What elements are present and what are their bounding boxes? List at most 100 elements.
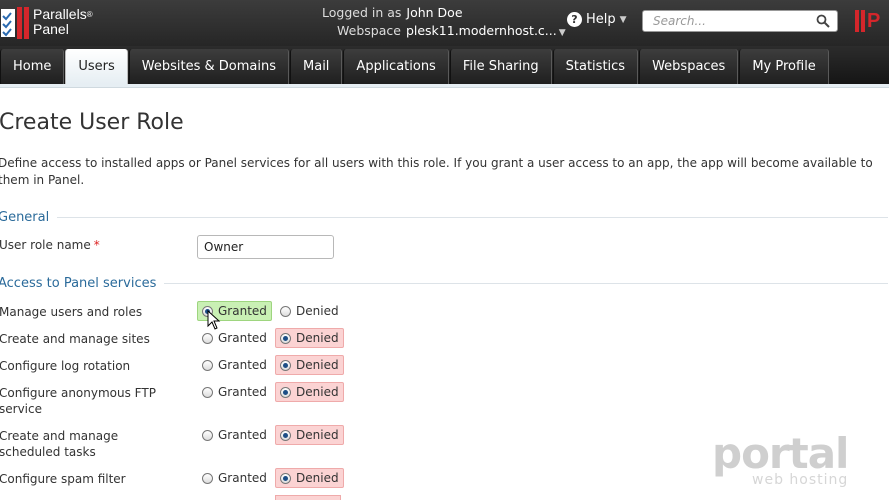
granted-option[interactable]: Granted: [197, 382, 272, 402]
radio-icon: [202, 332, 213, 344]
denied-option[interactable]: Denied: [275, 468, 344, 488]
section-divider: [164, 283, 888, 284]
denied-option[interactable]: Denied: [275, 425, 344, 445]
permission-label: Configure anonymous FTP service: [0, 386, 156, 416]
radio-icon: [280, 359, 291, 371]
user-name: John Doe: [406, 5, 463, 20]
permission-label: Configure log rotation: [0, 359, 131, 373]
permission-label: Create and manage scheduled tasks: [0, 429, 119, 459]
brand-bar: [855, 10, 859, 32]
logo-line1: Parallels: [33, 6, 87, 22]
granted-label: Granted: [218, 304, 267, 318]
tab-webspaces[interactable]: Webspaces: [639, 49, 739, 84]
tab-applications[interactable]: Applications: [343, 49, 449, 84]
search-box: [642, 10, 838, 32]
radio-icon: [280, 305, 291, 317]
logo-line2: Panel: [33, 21, 69, 37]
tab-home[interactable]: Home: [0, 49, 65, 84]
brand-letter: P: [867, 9, 881, 32]
help-label: Help: [586, 12, 616, 27]
tab-label: Home: [13, 59, 52, 74]
tab-label: Webspaces: [652, 59, 726, 74]
mouse-cursor-icon: [207, 310, 221, 330]
denied-label: Denied: [296, 331, 339, 345]
granted-label: Granted: [218, 358, 267, 372]
tab-users[interactable]: Users: [65, 49, 128, 84]
denied-option[interactable]: Denied: [275, 382, 344, 402]
tab-label: Applications: [356, 59, 436, 74]
tab-label: Users: [78, 59, 115, 74]
chevron-down-icon: ▼: [619, 14, 627, 25]
chevron-down-icon: ▼: [558, 28, 566, 38]
login-info: Logged in as John Doe Webspace plesk11.mod…: [300, 4, 566, 42]
radio-icon: [202, 472, 213, 484]
parallels-brand-right: P: [855, 6, 880, 36]
webspace-selector[interactable]: Webspace plesk11.modernhost.c... ▼: [300, 22, 566, 42]
main-nav: Home Users Websites & Domains Mail Appli…: [0, 46, 889, 85]
tab-mail[interactable]: Mail: [290, 49, 343, 84]
nav-tabs: Home Users Websites & Domains Mail Appli…: [0, 49, 830, 84]
denied-option[interactable]: Denied: [275, 355, 344, 375]
nav-subbar: [0, 84, 889, 88]
section-access: Access to Panel services: [0, 276, 888, 291]
page-title: Create User Role: [0, 110, 184, 135]
help-menu[interactable]: ? Help ▼: [567, 12, 627, 27]
denied-label: Denied: [296, 471, 339, 485]
tab-label: My Profile: [752, 59, 816, 74]
permission-label: Create and manage sites: [0, 332, 150, 346]
radio-icon: [280, 429, 291, 441]
webspace-label: Webspace: [337, 23, 401, 38]
parallels-logo-icon: [1, 7, 29, 39]
portal-watermark: portal web hosting: [710, 432, 860, 492]
logged-in-label: Logged in as: [322, 5, 402, 20]
granted-option[interactable]: Granted: [197, 425, 272, 445]
denied-label: Denied: [296, 428, 339, 442]
logo-text: Parallels® Panel: [33, 7, 93, 37]
tab-label: Mail: [303, 59, 330, 74]
granted-option[interactable]: Granted: [197, 468, 272, 488]
radio-icon: [280, 386, 291, 398]
permission-label: Manage users and roles: [0, 305, 143, 319]
top-bar: Parallels® Panel Logged in as John Doe We…: [0, 0, 889, 46]
tab-my-profile[interactable]: My Profile: [739, 49, 829, 84]
brand-bar: [861, 10, 865, 32]
search-input[interactable]: [651, 13, 815, 29]
section-general: General: [0, 210, 888, 225]
denied-label: Denied: [296, 358, 339, 372]
tab-label: File Sharing: [462, 59, 539, 74]
permission-label: Configure spam filter: [0, 472, 126, 486]
section-title-access: Access to Panel services: [0, 276, 157, 291]
granted-option[interactable]: Granted: [197, 355, 272, 375]
search-icon[interactable]: [816, 14, 830, 28]
tab-file-sharing[interactable]: File Sharing: [449, 49, 552, 84]
help-icon: ?: [567, 12, 582, 27]
denied-option[interactable]: Denied: [275, 328, 344, 348]
radio-icon: [280, 472, 291, 484]
radio-icon: [202, 386, 213, 398]
page-description: Define access to installed apps or Panel…: [0, 156, 873, 187]
denied-option[interactable]: [275, 495, 341, 500]
granted-label: Granted: [218, 385, 267, 399]
webspace-value: plesk11.modernhost.c...: [405, 23, 557, 38]
role-name-label-text: User role name: [0, 238, 91, 252]
watermark-line1: portal: [712, 429, 849, 478]
tab-label: Statistics: [565, 59, 626, 74]
logged-in-row[interactable]: Logged in as John Doe: [300, 4, 560, 22]
section-title-general: General: [0, 210, 50, 225]
granted-label: Granted: [218, 428, 267, 442]
watermark-line2: web hosting: [752, 472, 849, 488]
required-marker: *: [93, 238, 100, 252]
tab-label: Websites & Domains: [141, 59, 277, 74]
radio-icon: [202, 429, 213, 441]
radio-icon: [202, 359, 213, 371]
tab-websites-domains[interactable]: Websites & Domains: [128, 49, 290, 84]
section-divider: [57, 217, 888, 218]
denied-label: Denied: [296, 304, 339, 318]
denied-option[interactable]: Denied: [275, 301, 344, 321]
denied-label: Denied: [296, 385, 339, 399]
role-name-input[interactable]: [197, 235, 334, 259]
granted-label: Granted: [218, 471, 267, 485]
tab-statistics[interactable]: Statistics: [552, 49, 639, 84]
granted-label: Granted: [218, 331, 267, 345]
role-name-label: User role name *: [0, 238, 100, 252]
